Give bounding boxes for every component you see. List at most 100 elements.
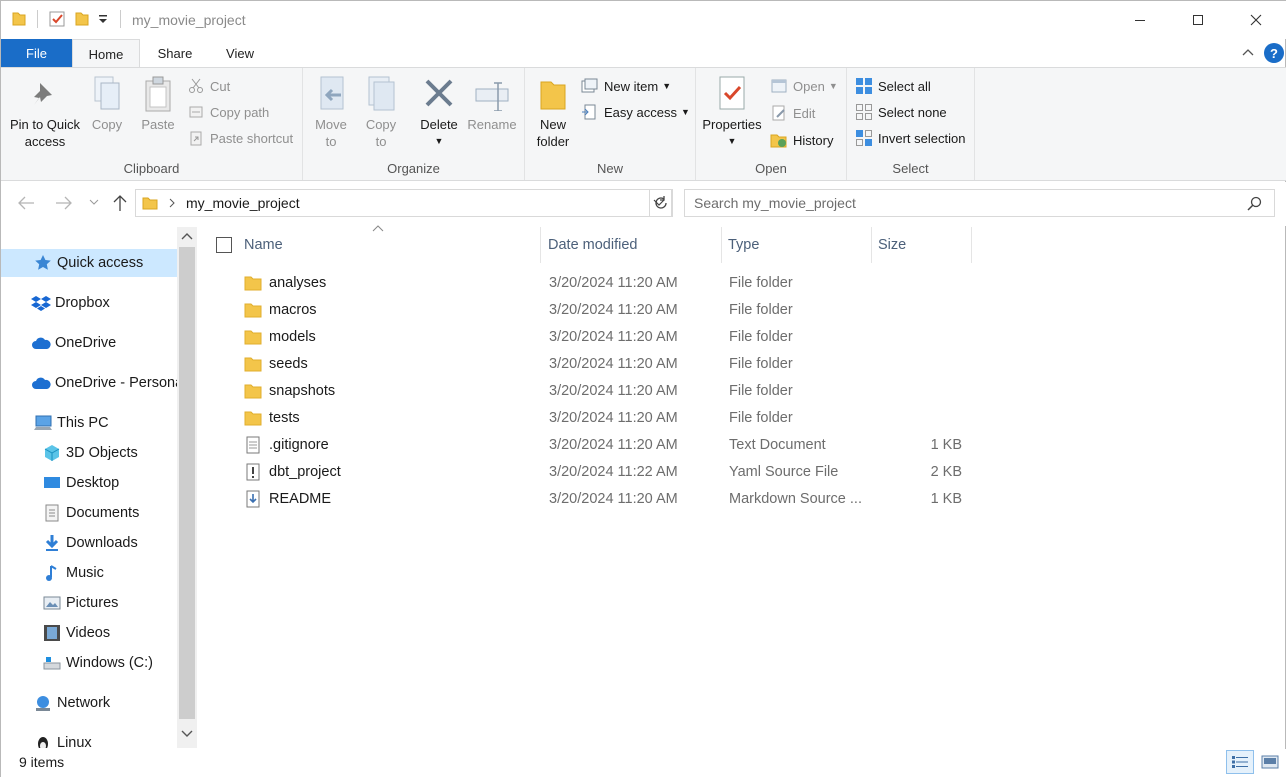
copy-button[interactable]: Copy — [87, 74, 127, 133]
nav-item-3d-objects[interactable]: 3D Objects — [1, 439, 177, 467]
paste-label: Paste — [141, 117, 175, 132]
copy-path-button[interactable]: Copy path — [187, 101, 269, 123]
column-header-size[interactable]: Size — [872, 227, 972, 263]
easy-access-button[interactable]: Easy access ▼ — [581, 101, 690, 123]
paste-shortcut-icon — [187, 129, 205, 147]
column-header-name[interactable]: Name — [238, 225, 541, 263]
paste-button[interactable]: Paste — [137, 74, 179, 133]
select-all-checkbox[interactable] — [216, 237, 232, 253]
nav-item-quick-access[interactable]: Quick access — [1, 249, 177, 277]
column-header-type[interactable]: Type — [722, 227, 872, 263]
pin-to-quick-access-button[interactable]: Pin to Quick access — [7, 74, 83, 150]
file-row[interactable]: dbt_project 3/20/2024 11:22 AM Yaml Source… — [198, 458, 1286, 485]
nav-item-videos[interactable]: Videos — [1, 619, 177, 647]
properties-icon[interactable] — [48, 10, 66, 28]
nav-item-onedrive-personal[interactable]: OneDrive - Personal — [1, 369, 177, 397]
onedrive-cloud-icon — [31, 373, 51, 393]
copy-icon — [89, 74, 125, 114]
rename-button[interactable]: Rename — [467, 74, 517, 133]
nav-item-linux[interactable]: Linux — [1, 729, 177, 748]
easy-access-icon — [581, 103, 599, 121]
file-row[interactable]: README 3/20/2024 11:20 AM Markdown Source … — [198, 485, 1286, 512]
file-row[interactable]: macros 3/20/2024 11:20 AM File folder — [198, 296, 1286, 323]
search-input[interactable]: Search my_movie_project — [684, 189, 1275, 217]
forward-button[interactable] — [55, 195, 73, 211]
copy-to-label-line1: Copy — [365, 117, 397, 132]
new-folder-button[interactable]: New folder — [531, 74, 575, 150]
nav-item-dropbox[interactable]: Dropbox — [1, 289, 177, 317]
scroll-down-icon[interactable] — [181, 730, 193, 738]
search-icon[interactable] — [1247, 196, 1262, 211]
details-view-button[interactable] — [1226, 750, 1254, 774]
new-item-button[interactable]: New item ▼ — [581, 75, 671, 97]
open-button[interactable]: Open ▼ — [770, 75, 838, 97]
select-none-button[interactable]: Select none — [855, 101, 947, 123]
scroll-up-icon[interactable] — [181, 232, 193, 240]
properties-button[interactable]: Properties ▼ — [700, 74, 764, 150]
file-row[interactable]: analyses 3/20/2024 11:20 AM File folder — [198, 269, 1286, 296]
column-header-date-modified[interactable]: Date modified — [542, 227, 722, 263]
breadcrumb-current-folder[interactable]: my_movie_project — [186, 195, 300, 211]
customize-dropdown-icon[interactable] — [98, 13, 108, 25]
file-date-modified: 3/20/2024 11:20 AM — [549, 409, 678, 426]
nav-item-downloads[interactable]: Downloads — [1, 529, 177, 557]
move-to-label-line2: to — [325, 134, 337, 149]
file-type: File folder — [729, 274, 793, 291]
cut-button[interactable]: Cut — [187, 75, 230, 97]
nav-item-windows-c[interactable]: Windows (C:) — [1, 649, 177, 677]
rename-label: Rename — [467, 117, 517, 132]
up-button[interactable] — [112, 194, 128, 212]
copy-to-button[interactable]: Copy to — [361, 74, 401, 150]
delete-button[interactable]: Delete ▼ — [417, 74, 461, 150]
nav-item-network[interactable]: Network — [1, 689, 177, 717]
nav-item-desktop[interactable]: Desktop — [1, 469, 177, 497]
help-icon[interactable]: ? — [1264, 43, 1284, 63]
nav-item-this-pc[interactable]: This PC — [1, 409, 177, 437]
nav-item-pictures[interactable]: Pictures — [1, 589, 177, 617]
recent-locations-button[interactable] — [89, 199, 99, 207]
title-bar: my_movie_project — [1, 1, 1286, 39]
file-size — [878, 377, 962, 404]
documents-icon — [42, 503, 62, 523]
file-row[interactable]: seeds 3/20/2024 11:20 AM File folder — [198, 350, 1286, 377]
collapse-ribbon-icon[interactable] — [1241, 47, 1255, 57]
tab-file[interactable]: File — [1, 39, 72, 68]
markdown-file-icon — [242, 485, 264, 512]
invert-selection-button[interactable]: Invert selection — [855, 127, 965, 149]
file-row[interactable]: .gitignore 3/20/2024 11:20 AM Text Documen… — [198, 431, 1286, 458]
nav-item-onedrive[interactable]: OneDrive — [1, 329, 177, 357]
nav-label: Dropbox — [55, 295, 110, 311]
copy-label: Copy — [91, 117, 123, 132]
file-row[interactable]: models 3/20/2024 11:20 AM File folder — [198, 323, 1286, 350]
paste-shortcut-button[interactable]: Paste shortcut — [187, 127, 293, 149]
tab-share[interactable]: Share — [141, 39, 209, 68]
history-button[interactable]: History — [770, 129, 833, 151]
nav-scrollbar[interactable] — [177, 227, 197, 748]
move-to-button[interactable]: Move to — [311, 74, 351, 150]
nav-label: Videos — [66, 625, 111, 641]
tab-view[interactable]: View — [209, 39, 271, 68]
file-row[interactable]: snapshots 3/20/2024 11:20 AM File folder — [198, 377, 1286, 404]
address-bar[interactable]: my_movie_project — [135, 189, 672, 217]
edit-button[interactable]: Edit — [770, 102, 815, 124]
minimize-button[interactable] — [1117, 1, 1163, 39]
maximize-button[interactable] — [1175, 1, 1221, 39]
new-folder-icon[interactable] — [74, 10, 90, 28]
file-date-modified: 3/20/2024 11:20 AM — [549, 436, 678, 453]
back-button[interactable] — [17, 195, 35, 211]
file-row[interactable]: tests 3/20/2024 11:20 AM File folder — [198, 404, 1286, 431]
select-all-button[interactable]: Select all — [855, 75, 931, 97]
nav-item-documents[interactable]: Documents — [1, 499, 177, 527]
chevron-down-icon: ▼ — [727, 136, 737, 146]
breadcrumb-separator-icon — [168, 198, 176, 208]
close-button[interactable] — [1233, 1, 1279, 39]
large-icons-view-button[interactable] — [1257, 750, 1283, 774]
tab-home[interactable]: Home — [72, 39, 140, 68]
refresh-button[interactable] — [649, 189, 673, 217]
refresh-icon — [653, 195, 669, 211]
network-globe-icon — [33, 693, 53, 713]
scrollbar-thumb[interactable] — [179, 247, 195, 719]
nav-item-music[interactable]: Music — [1, 559, 177, 587]
nav-label: Pictures — [66, 595, 119, 611]
copy-path-label: Copy path — [210, 104, 270, 120]
